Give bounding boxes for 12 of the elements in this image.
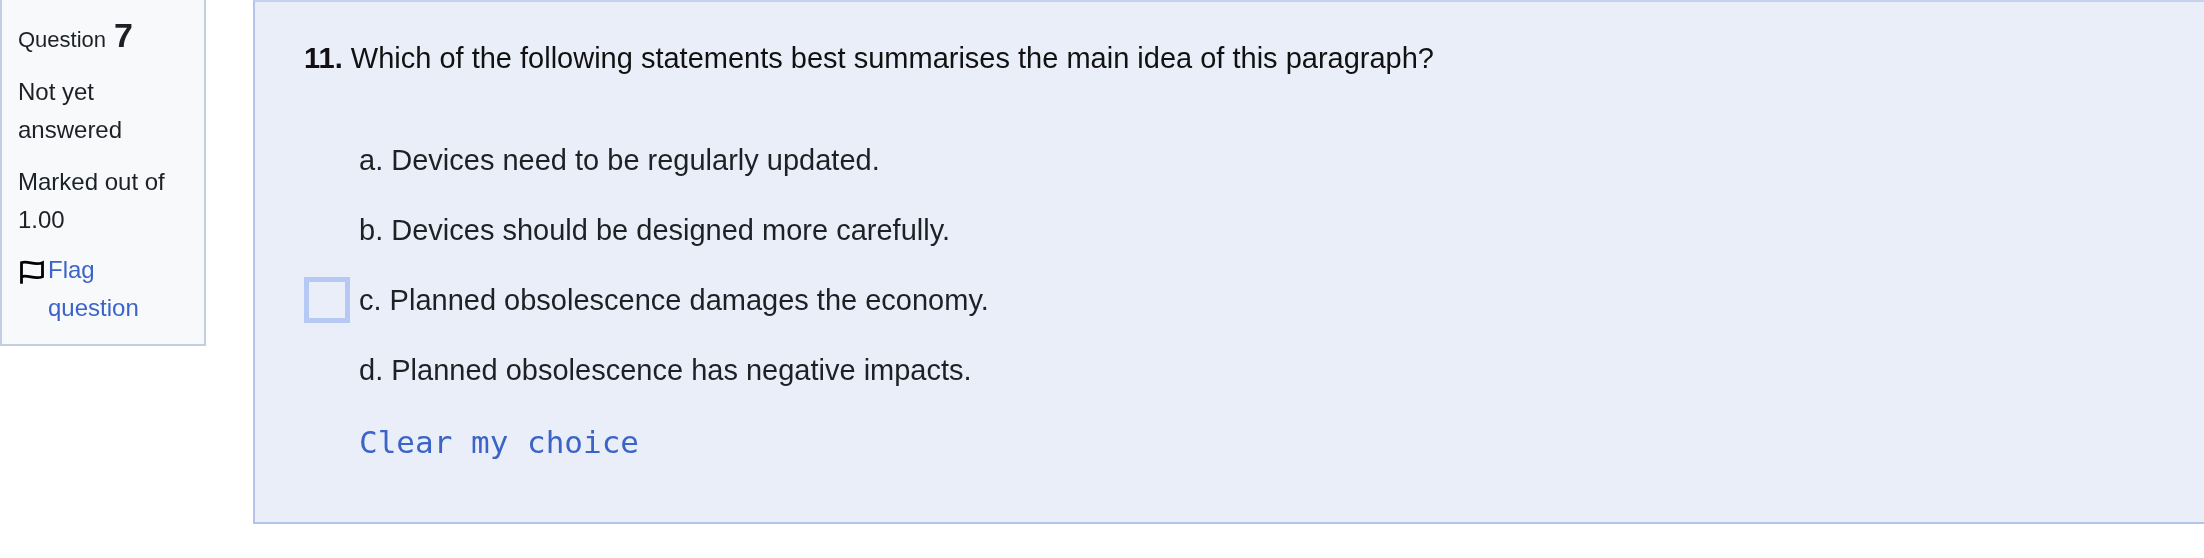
answer-status: Not yet answered	[18, 77, 124, 145]
question-label: Question	[18, 26, 107, 54]
flag-question-link[interactable]: Flag question	[48, 251, 168, 327]
question-text: 11. Which of the following statements best summarises the main idea of this paragraph?	[304, 41, 1435, 76]
grade-text: Marked out of 1.00	[18, 167, 166, 235]
answer-option[interactable]: c. Planned obsolescence damages the economy.	[359, 283, 989, 317]
answer-option[interactable]: d. Planned obsolescence has negative impacts.	[359, 353, 972, 387]
answer-option[interactable]: a. Devices need to be regularly updated.	[359, 143, 880, 177]
clear-choice-link[interactable]: Clear my choice	[359, 424, 639, 460]
answer-option[interactable]: b. Devices should be designed more carefully.	[359, 213, 951, 247]
flag-icon[interactable]	[18, 259, 46, 285]
question-number: 7	[114, 16, 133, 54]
